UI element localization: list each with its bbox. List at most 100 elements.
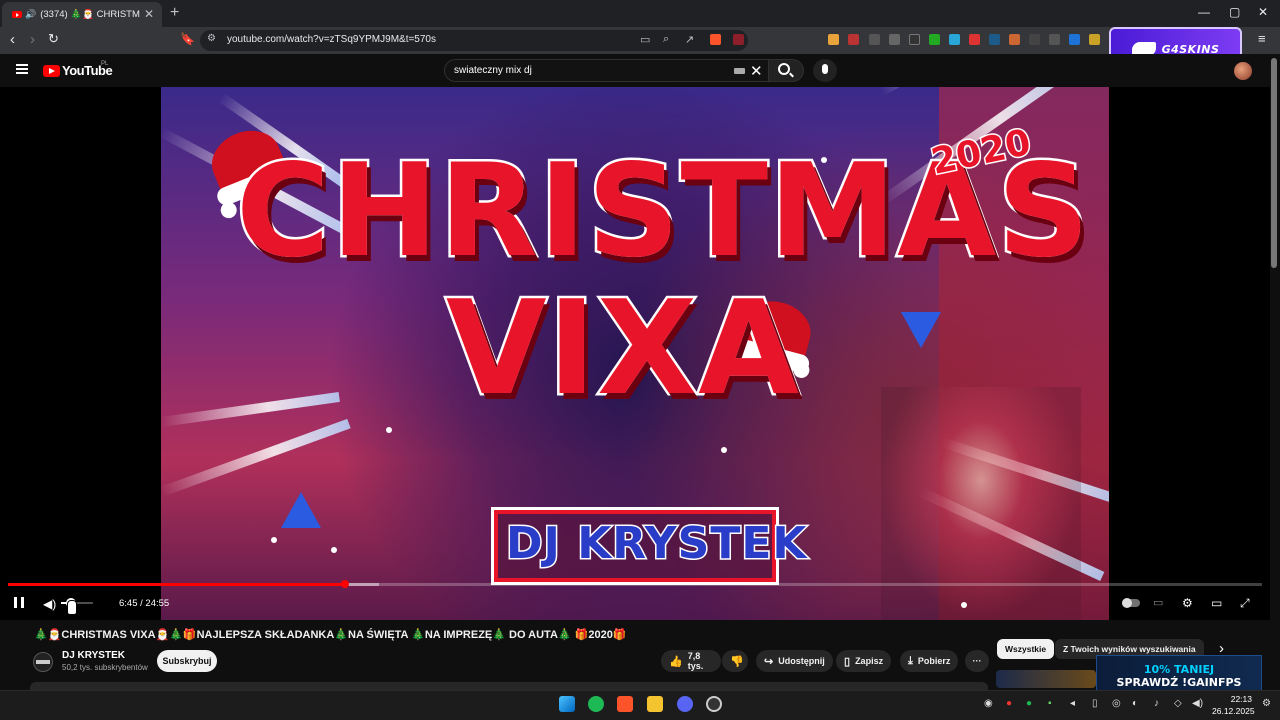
tab-title: (3374) 🎄🎅 CHRISTMAS VIXA (40, 9, 140, 20)
channel-avatar[interactable] (33, 652, 53, 672)
share-icon: ↪ (764, 655, 774, 668)
save-label: Zapisz (855, 656, 884, 666)
extension-icon[interactable] (828, 34, 839, 45)
tray-icon[interactable]: ◂ (1070, 698, 1075, 709)
channel-name[interactable]: DJ KRYSTEK (62, 650, 125, 661)
snowflake (271, 537, 277, 543)
voice-search-icon[interactable] (813, 59, 837, 82)
extension-icon[interactable] (1049, 34, 1060, 45)
light-ray (161, 391, 340, 427)
file-explorer-icon[interactable] (647, 696, 663, 712)
tray-spotify-icon[interactable]: ● (1026, 698, 1032, 709)
reload-icon[interactable]: ↻ (48, 31, 59, 47)
settings-gear-icon[interactable]: ⚙ (1182, 596, 1193, 610)
close-window-button[interactable]: ✕ (1258, 5, 1268, 19)
speaker-icon[interactable]: ◀) (1192, 698, 1203, 709)
menu-icon[interactable]: ≡ (1258, 31, 1266, 46)
mouse-cursor (67, 600, 77, 615)
video-title: 🎄🎅CHRISTMAS VIXA🎅🎄🎁NAJLEPSZA SKŁADANKA🎄N… (34, 629, 627, 641)
extension-icon[interactable] (949, 34, 960, 45)
windows-taskbar (0, 690, 1280, 720)
snowflake (331, 547, 337, 553)
zoom-icon[interactable]: ⌕ (663, 33, 669, 46)
extension-icon[interactable] (1029, 34, 1040, 45)
extension-icon[interactable] (929, 34, 940, 45)
extension-icon[interactable] (909, 34, 920, 45)
tray-icon[interactable]: ◉ (984, 698, 993, 709)
brave-shields-icon[interactable] (710, 34, 721, 45)
volume-icon[interactable]: ◀) (43, 597, 56, 611)
hamburger-menu-icon[interactable] (16, 64, 28, 74)
download-button[interactable]: ⤓ Pobierz (900, 650, 959, 672)
bookmark-icon[interactable]: 🔖 (180, 32, 195, 46)
clock-date: 26.12.2025 (1212, 706, 1255, 716)
audio-playing-icon[interactable]: 🔊 (25, 9, 36, 20)
tray-mic-icon[interactable]: ♪ (1154, 698, 1159, 709)
extension-icon[interactable] (848, 34, 859, 45)
close-tab-icon[interactable]: ✕ (144, 7, 154, 21)
url-text[interactable]: youtube.com/watch?v=zTSq9YPMJ9M&t=570s (227, 34, 436, 45)
subtitles-icon[interactable]: ▭ (1153, 596, 1163, 609)
blue-triangle (901, 312, 941, 348)
save-icon: ▯ (844, 655, 851, 668)
dislike-button[interactable]: 👎 (722, 650, 748, 672)
keyboard-icon[interactable] (734, 68, 745, 74)
extension-icon[interactable] (1069, 34, 1080, 45)
back-icon[interactable]: ‹ (10, 31, 15, 48)
suggested-video-thumbnail[interactable] (996, 670, 1096, 688)
cast-icon[interactable]: ▭ (640, 33, 650, 46)
minimize-button[interactable]: — (1198, 5, 1210, 19)
extension-icon[interactable] (969, 34, 980, 45)
search-input[interactable]: swiateczny mix dj (454, 65, 532, 76)
snowflake (386, 427, 392, 433)
subscriber-count: 50,2 tys. subskrybentów (62, 663, 148, 672)
more-actions-button[interactable]: ··· (965, 650, 989, 672)
like-button[interactable]: 👍 7,8 tys. (661, 650, 721, 672)
discord-icon[interactable] (677, 696, 693, 712)
autoplay-toggle[interactable] (1122, 598, 1140, 608)
chip-all[interactable]: Wszystkie (997, 639, 1055, 659)
share-button[interactable]: ↪ Udostępnij (756, 650, 833, 672)
spotify-icon[interactable] (588, 696, 604, 712)
tray-steam-icon[interactable]: ◎ (1112, 698, 1121, 709)
extension-icon[interactable] (1089, 34, 1100, 45)
page-scrollbar[interactable] (1271, 58, 1277, 268)
fullscreen-icon[interactable]: ⤢ (1240, 596, 1250, 611)
forward-icon[interactable]: › (30, 31, 35, 48)
share-page-icon[interactable]: ↗ (685, 33, 694, 46)
extension-icon[interactable] (989, 34, 1000, 45)
system-clock[interactable]: 22:13 26.12.2025 (1212, 693, 1255, 717)
clear-search-icon[interactable]: ✕ (750, 62, 763, 80)
tray-mic-icon[interactable]: ● (1006, 698, 1012, 709)
like-count: 7,8 tys. (687, 651, 704, 671)
network-icon[interactable]: ◇ (1174, 698, 1182, 709)
description-box[interactable] (30, 682, 988, 690)
pause-icon[interactable] (14, 597, 24, 608)
new-tab-button[interactable]: + (170, 4, 179, 22)
tray-discord-icon[interactable]: ◐ (1132, 698, 1138, 709)
extension-icon[interactable] (889, 34, 900, 45)
browser-tab-strip (0, 0, 1280, 27)
theater-mode-icon[interactable]: ▭ (1211, 596, 1222, 610)
save-button[interactable]: ▯ Zapisz (836, 650, 892, 672)
brave-browser-icon[interactable] (617, 696, 633, 712)
tray-icon[interactable]: ▯ (1092, 698, 1098, 709)
notification-icon[interactable]: ⚙ (1262, 698, 1271, 709)
gainfps-ad-line2: SPRAWDŹ !GAINFPS (1116, 676, 1242, 689)
youtube-favicon-icon (12, 11, 22, 18)
brave-rewards-icon[interactable] (733, 34, 744, 45)
browser-tab-active[interactable]: 🔊 (3374) 🎄🎅 CHRISTMAS VIXA ✕ (2, 2, 162, 27)
steam-icon[interactable] (706, 696, 722, 712)
extension-icon[interactable] (1009, 34, 1020, 45)
maximize-button[interactable]: ▢ (1229, 5, 1240, 19)
gainfps-ad-line1: 10% TANIEJ (1143, 663, 1215, 676)
subscribe-button[interactable]: Subskrybuj (157, 650, 217, 672)
time-display: 6:45 / 24:55 (119, 598, 170, 609)
tray-icon[interactable]: ▪ (1048, 698, 1052, 709)
site-info-icon[interactable]: ⚙ (207, 33, 216, 44)
youtube-logo-icon[interactable] (43, 65, 60, 77)
download-label: Pobierz (917, 656, 951, 666)
user-avatar[interactable] (1234, 62, 1252, 80)
windows-start-icon[interactable] (559, 696, 575, 712)
extension-icon[interactable] (869, 34, 880, 45)
